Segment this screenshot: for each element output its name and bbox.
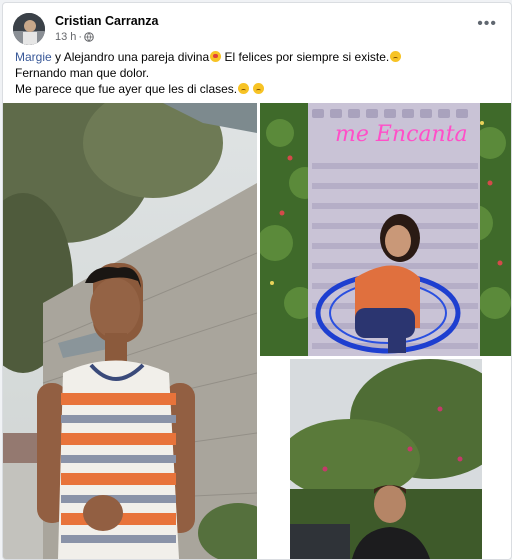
- caption-text-1b: El felices por siempre si existe.: [221, 50, 390, 64]
- post-caption: Margie y Alejandro una pareja divina El …: [15, 49, 499, 97]
- globe-icon: [84, 32, 94, 42]
- sad-face-icon: [390, 51, 402, 62]
- more-options-button[interactable]: •••: [477, 15, 497, 33]
- photo-young-man[interactable]: [3, 103, 257, 559]
- neon-sign-text: me Encanta: [335, 122, 468, 147]
- caption-text-3: Me parece que fue ayer que les di clases…: [15, 82, 238, 96]
- post-timestamp[interactable]: 13 h: [55, 31, 76, 43]
- caption-text-1: y Alejandro una pareja divina: [51, 50, 210, 64]
- sad-face-icon: [238, 83, 250, 94]
- photo-man-greenery[interactable]: [290, 359, 482, 559]
- facebook-post: Cristian Carranza 13 h · ••• Margie y Al…: [2, 2, 512, 560]
- author-avatar[interactable]: [13, 13, 45, 45]
- author-name[interactable]: Cristian Carranza: [55, 14, 159, 28]
- photo-woman-chair[interactable]: me Encanta: [260, 103, 511, 356]
- caption-line-2: Fernando man que dolor.: [15, 66, 150, 80]
- avatar-image: [13, 13, 45, 45]
- post-header: Cristian Carranza 13 h · •••: [13, 11, 503, 47]
- mention-link[interactable]: Margie: [15, 50, 52, 64]
- crying-face-icon: [253, 83, 265, 94]
- meta-separator: ·: [78, 31, 83, 43]
- blushing-face-icon: [210, 51, 222, 62]
- caption-line-3: Me parece que fue ayer que les di clases…: [15, 81, 499, 97]
- post-meta: 13 h ·: [55, 31, 94, 43]
- caption-line-1: Margie y Alejandro una pareja divina El …: [15, 49, 499, 65]
